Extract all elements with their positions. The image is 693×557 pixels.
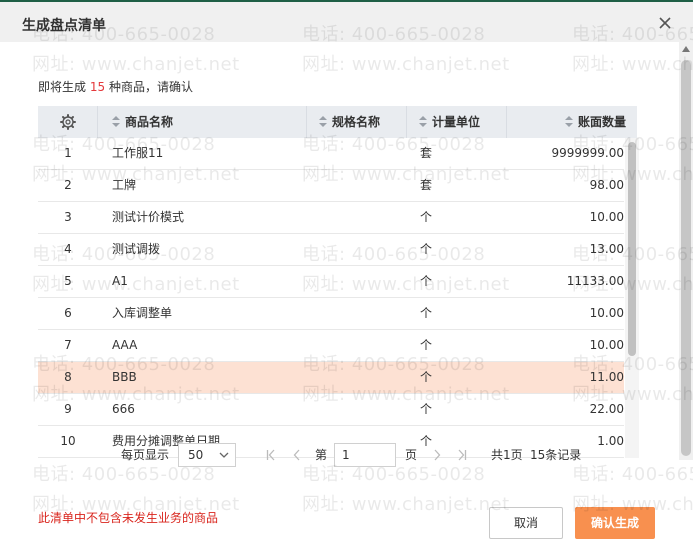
sort-icon — [564, 116, 573, 127]
watermark-site: 网址: www.chanjet.net — [572, 54, 693, 75]
dialog-title: 生成盘点清单 — [22, 18, 106, 34]
unit: 个 — [420, 210, 433, 224]
column-header-spec[interactable]: 规格名称 — [307, 106, 407, 138]
row-index: 9 — [64, 402, 72, 416]
page-size-select[interactable]: 50 — [178, 443, 236, 467]
table-row[interactable]: 2 工牌 套 98.00 — [38, 170, 624, 202]
unit: 个 — [420, 402, 433, 416]
book-quantity: 10.00 — [589, 338, 624, 352]
column-header-name[interactable]: 商品名称 — [98, 106, 307, 138]
table-row[interactable]: 3 测试计价模式 个 10.00 — [38, 202, 624, 234]
unit: 个 — [420, 338, 433, 352]
table-row-selected[interactable]: 8 BBB 个 11.00 — [38, 362, 624, 394]
book-quantity: 10.00 — [589, 306, 624, 320]
sort-icon — [319, 116, 327, 127]
table-row[interactable]: 1 工作服11 套 9999999.00 — [38, 138, 624, 170]
column-header-qty[interactable]: 账面数量 — [507, 106, 637, 138]
product-name: 入库调整单 — [112, 306, 173, 320]
sort-icon — [419, 116, 427, 127]
book-quantity: 11.00 — [589, 370, 624, 384]
grid-scrollbar-thumb[interactable] — [628, 142, 636, 356]
grid-header: 商品名称 规格名称 计量单位 账面数量 — [38, 106, 637, 138]
row-index: 2 — [64, 178, 72, 192]
dialog-scrollbar[interactable] — [679, 42, 693, 460]
confirm-info: 即将生成 15 种商品，请确认 — [38, 78, 193, 95]
book-quantity: 11133.00 — [566, 274, 624, 288]
confirm-generate-button[interactable]: 确认生成 — [575, 507, 655, 539]
row-index: 7 — [64, 338, 72, 352]
product-name: 测试计价模式 — [112, 210, 185, 224]
total-pages: 共1页 — [491, 448, 523, 462]
dialog-titlebar: 生成盘点清单 — [0, 2, 693, 42]
row-index: 8 — [64, 370, 72, 384]
close-icon[interactable] — [656, 14, 674, 32]
table-row[interactable]: 7 AAA 个 10.00 — [38, 330, 624, 362]
gear-icon[interactable] — [59, 113, 76, 130]
product-name: BBB — [112, 370, 137, 384]
book-quantity: 13.00 — [589, 242, 624, 256]
cancel-button[interactable]: 取消 — [489, 507, 563, 539]
row-index: 3 — [64, 210, 72, 224]
column-label: 规格名称 — [332, 115, 381, 129]
last-page-icon[interactable] — [457, 449, 467, 461]
column-label: 计量单位 — [432, 115, 481, 129]
info-prefix: 即将生成 — [38, 80, 87, 94]
table-row[interactable]: 6 入库调整单 个 10.00 — [38, 298, 624, 330]
page-size-value: 50 — [188, 448, 204, 462]
product-name: 测试调拨 — [112, 242, 161, 256]
row-index: 6 — [64, 306, 72, 320]
first-page-icon[interactable] — [266, 449, 276, 461]
product-name: A1 — [112, 274, 128, 288]
dialog-scrollbar-thumb[interactable] — [681, 60, 691, 456]
product-name: 工作服11 — [112, 146, 164, 160]
table-row[interactable]: 4 测试调拨 个 13.00 — [38, 234, 624, 266]
row-index: 4 — [64, 242, 72, 256]
unit: 个 — [420, 274, 433, 288]
item-count: 15 — [89, 80, 106, 94]
row-index: 5 — [64, 274, 72, 288]
sort-icon — [112, 116, 120, 127]
pagination: 每页显示 50 第 页 共1页 15条记录 — [0, 440, 693, 470]
total-records: 15条记录 — [530, 448, 582, 462]
table-row[interactable]: 5 A1 个 11133.00 — [38, 266, 624, 298]
unit: 套 — [420, 146, 433, 160]
grid-scrollbar[interactable] — [625, 138, 639, 458]
book-quantity: 22.00 — [589, 402, 624, 416]
watermark-site: 网址: www.chanjet.net — [302, 54, 510, 75]
info-suffix: 种商品，请确认 — [108, 80, 193, 94]
product-name: AAA — [112, 338, 138, 352]
table-row[interactable]: 9 666 个 22.00 — [38, 394, 624, 426]
page-size-label: 每页显示 — [121, 448, 170, 462]
chevron-down-icon — [219, 452, 229, 458]
row-index: 1 — [64, 146, 72, 160]
column-header-unit[interactable]: 计量单位 — [407, 106, 507, 138]
watermark-site: 网址: www.chanjet.net — [32, 54, 240, 75]
unit: 个 — [420, 370, 433, 384]
column-label: 账面数量 — [577, 115, 626, 129]
page-number-input[interactable] — [334, 443, 396, 467]
product-name: 工牌 — [112, 178, 137, 192]
watermark-site: 网址: www.chanjet.net — [302, 494, 510, 515]
product-name: 666 — [112, 402, 135, 416]
prev-page-icon[interactable] — [292, 449, 302, 461]
column-label: 商品名称 — [125, 115, 174, 129]
book-quantity: 9999999.00 — [551, 146, 624, 160]
footer-note: 此清单中不包含未发生业务的商品 — [38, 511, 219, 525]
unit: 个 — [420, 242, 433, 256]
unit: 套 — [420, 178, 433, 192]
product-grid: 商品名称 规格名称 计量单位 账面数量 1 工作服11 套 9999999.00… — [38, 106, 637, 458]
scroll-up-icon[interactable] — [682, 46, 690, 52]
book-quantity: 10.00 — [589, 210, 624, 224]
column-settings[interactable] — [38, 106, 98, 138]
unit: 个 — [420, 306, 433, 320]
next-page-icon[interactable] — [432, 449, 442, 461]
book-quantity: 98.00 — [589, 178, 624, 192]
page-prefix: 第 — [315, 448, 328, 462]
page-suffix: 页 — [405, 448, 418, 462]
